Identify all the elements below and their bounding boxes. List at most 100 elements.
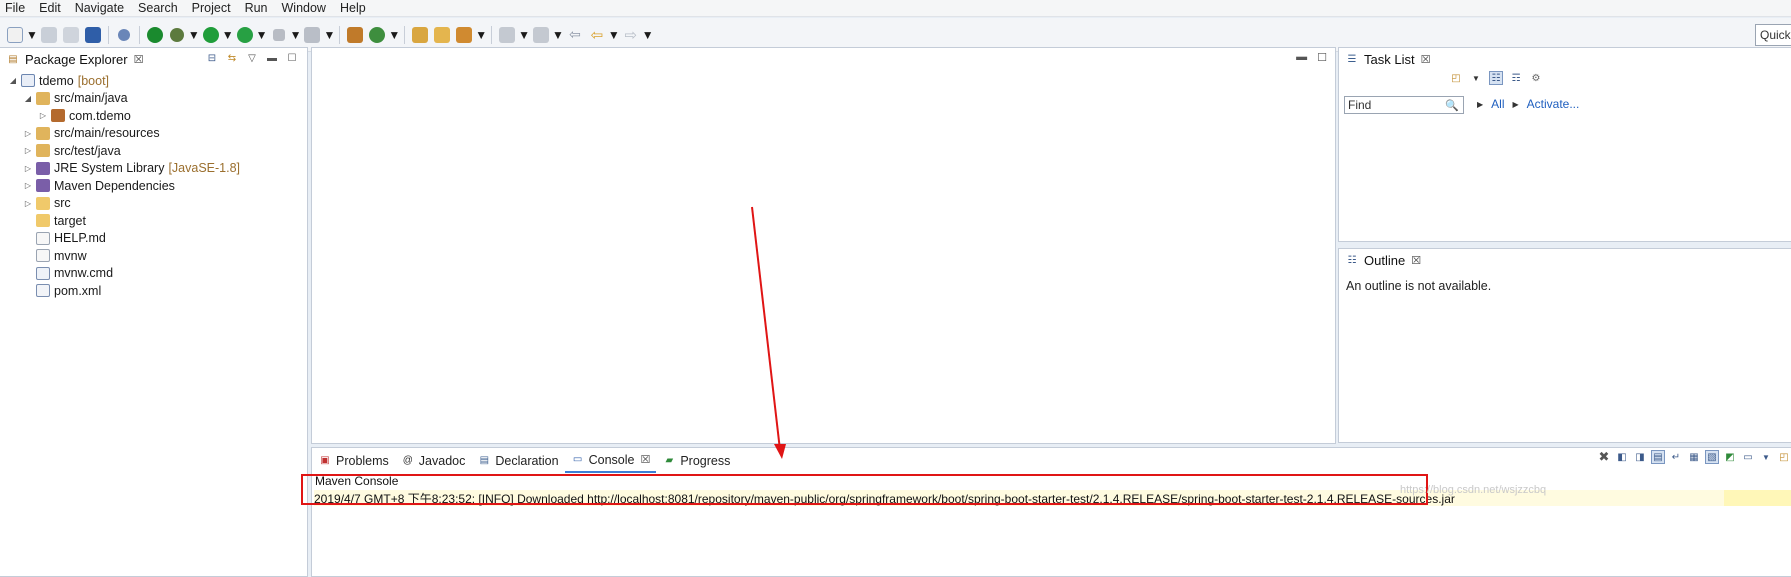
show-on-output-icon[interactable]: ▦ — [1687, 450, 1701, 464]
expand-arrow-icon[interactable]: ▷ — [23, 164, 33, 173]
close-icon[interactable]: ☒ — [1411, 254, 1421, 267]
new-project-button[interactable] — [344, 24, 366, 46]
new-wizard-button[interactable] — [4, 24, 26, 46]
menu-run[interactable]: Run — [238, 1, 275, 15]
chevron-down-icon[interactable]: ▼ — [26, 28, 38, 42]
chevron-down-icon[interactable]: ▼ — [552, 28, 564, 42]
open-console-icon[interactable]: ◩ — [1723, 450, 1737, 464]
tab-outline[interactable]: ☷ Outline ☒ — [1339, 249, 1427, 271]
tree-item[interactable]: ▷ com.tdemo — [0, 107, 307, 125]
activate-link[interactable]: Activate... — [1527, 97, 1580, 111]
chevron-down-icon[interactable]: ▼ — [256, 28, 268, 42]
terminate-icon[interactable]: ◧ — [1615, 450, 1629, 464]
external-tools-button[interactable] — [301, 24, 323, 46]
debug-button[interactable] — [166, 24, 188, 46]
new-console-icon[interactable]: ◰ — [1777, 450, 1791, 464]
menu-help[interactable]: Help — [333, 1, 373, 15]
next-annotation-button[interactable] — [496, 24, 518, 46]
expand-arrow-icon[interactable]: ▷ — [23, 199, 33, 208]
categorized-icon[interactable]: ☷ — [1489, 71, 1503, 85]
minimize-icon[interactable]: ▬ — [1296, 51, 1307, 64]
tree-item[interactable]: ▷ src/test/java — [0, 142, 307, 160]
new-class-button[interactable] — [366, 24, 388, 46]
tab-problems[interactable]: ▣ Problems — [312, 448, 395, 473]
task-find-input[interactable]: Find 🔍 — [1344, 96, 1464, 114]
maximize-icon[interactable]: ☐ — [285, 51, 299, 65]
spring-boot-button[interactable] — [144, 24, 166, 46]
open-task-button[interactable] — [453, 24, 475, 46]
minimize-icon[interactable]: ▬ — [265, 51, 279, 65]
remove-launch-icon[interactable]: ◨ — [1633, 450, 1647, 464]
link-with-editor-icon[interactable]: ⇆ — [225, 51, 239, 65]
close-icon[interactable]: ☒ — [640, 453, 650, 466]
coverage-button[interactable] — [234, 24, 256, 46]
editor-area[interactable]: ▬ ☐ — [311, 47, 1336, 444]
expand-arrow-icon[interactable]: ▷ — [23, 129, 33, 138]
filter-all-link[interactable]: All — [1491, 97, 1504, 111]
tree-item[interactable]: target — [0, 212, 307, 230]
tab-declaration[interactable]: ▤ Declaration — [471, 448, 564, 473]
collapse-all-icon[interactable]: ⊟ — [205, 51, 219, 65]
quick-access-input[interactable]: Quick — [1755, 24, 1791, 46]
tree-item[interactable]: ◢ tdemo [boot] — [0, 72, 307, 90]
forward-button[interactable]: ⇨ — [620, 24, 642, 46]
close-icon[interactable]: ☒ — [134, 53, 144, 66]
chevron-down-icon[interactable]: ▼ — [1469, 71, 1483, 85]
tree-item[interactable]: ▷ src — [0, 195, 307, 213]
open-type-button[interactable] — [409, 24, 431, 46]
tree-item[interactable]: HELP.md — [0, 230, 307, 248]
tab-console[interactable]: ▭ Console ☒ — [564, 448, 657, 473]
scroll-lock-icon[interactable]: ▤ — [1651, 450, 1665, 464]
prev-annotation-button[interactable] — [530, 24, 552, 46]
chevron-down-icon[interactable]: ▼ — [222, 28, 234, 42]
stop-button[interactable] — [268, 24, 290, 46]
save-button[interactable] — [38, 24, 60, 46]
chevron-down-icon[interactable]: ▼ — [388, 28, 400, 42]
chevron-down-icon[interactable]: ▼ — [475, 28, 487, 42]
remove-all-icon[interactable]: ✖ — [1597, 449, 1611, 464]
open-folder-button[interactable] — [431, 24, 453, 46]
close-icon[interactable]: ☒ — [1421, 53, 1431, 66]
tree-item[interactable]: ◢ src/main/java — [0, 90, 307, 108]
tab-javadoc[interactable]: @ Javadoc — [395, 448, 472, 473]
menu-navigate[interactable]: Navigate — [68, 1, 131, 15]
word-wrap-icon[interactable]: ↵ — [1669, 450, 1683, 464]
chevron-down-icon[interactable]: ▼ — [188, 28, 200, 42]
chevron-down-icon[interactable]: ▼ — [1759, 450, 1773, 464]
menu-edit[interactable]: Edit — [32, 1, 68, 15]
maximize-icon[interactable]: ☐ — [1317, 51, 1327, 64]
tree-item[interactable]: mvnw.cmd — [0, 265, 307, 283]
new-task-icon[interactable]: ◰ — [1449, 71, 1463, 85]
tree-item[interactable]: pom.xml — [0, 282, 307, 300]
tree-item[interactable]: ▷ Maven Dependencies — [0, 177, 307, 195]
expand-arrow-icon[interactable]: ▷ — [38, 111, 48, 120]
run-button[interactable] — [200, 24, 222, 46]
scheduled-icon[interactable]: ☶ — [1509, 71, 1523, 85]
save-all-button[interactable] — [60, 24, 82, 46]
menu-file[interactable]: File — [0, 1, 32, 15]
tab-task-list[interactable]: ☰ Task List ☒ — [1339, 48, 1436, 70]
tree-item[interactable]: mvnw — [0, 247, 307, 265]
expand-arrow-icon[interactable]: ◢ — [23, 94, 33, 103]
last-edit-button[interactable]: ⇦ — [564, 24, 586, 46]
menu-project[interactable]: Project — [185, 1, 238, 15]
display-console-icon[interactable]: ▭ — [1741, 450, 1755, 464]
pin-console-icon[interactable]: ▧ — [1705, 450, 1719, 464]
chevron-down-icon[interactable]: ▼ — [518, 28, 530, 42]
search-icon[interactable]: 🔍 — [1445, 98, 1459, 114]
skip-breakpoints-button[interactable] — [113, 24, 135, 46]
chevron-down-icon[interactable]: ▼ — [323, 28, 335, 42]
console-view-button[interactable] — [82, 24, 104, 46]
chevron-down-icon[interactable]: ▼ — [608, 28, 620, 42]
tab-progress[interactable]: ▰ Progress — [656, 448, 736, 473]
back-button[interactable]: ⇦ — [586, 24, 608, 46]
chevron-down-icon[interactable]: ▼ — [290, 28, 302, 42]
view-menu-icon[interactable]: ▽ — [245, 51, 259, 65]
tree-item[interactable]: ▷ src/main/resources — [0, 125, 307, 143]
tree-item[interactable]: ▷ JRE System Library [JavaSE-1.8] — [0, 160, 307, 178]
expand-arrow-icon[interactable]: ▷ — [23, 146, 33, 155]
expand-arrow-icon[interactable]: ◢ — [8, 76, 18, 85]
menu-search[interactable]: Search — [131, 1, 185, 15]
tab-package-explorer[interactable]: ▤ Package Explorer ☒ — [0, 48, 150, 70]
menu-window[interactable]: Window — [275, 1, 333, 15]
